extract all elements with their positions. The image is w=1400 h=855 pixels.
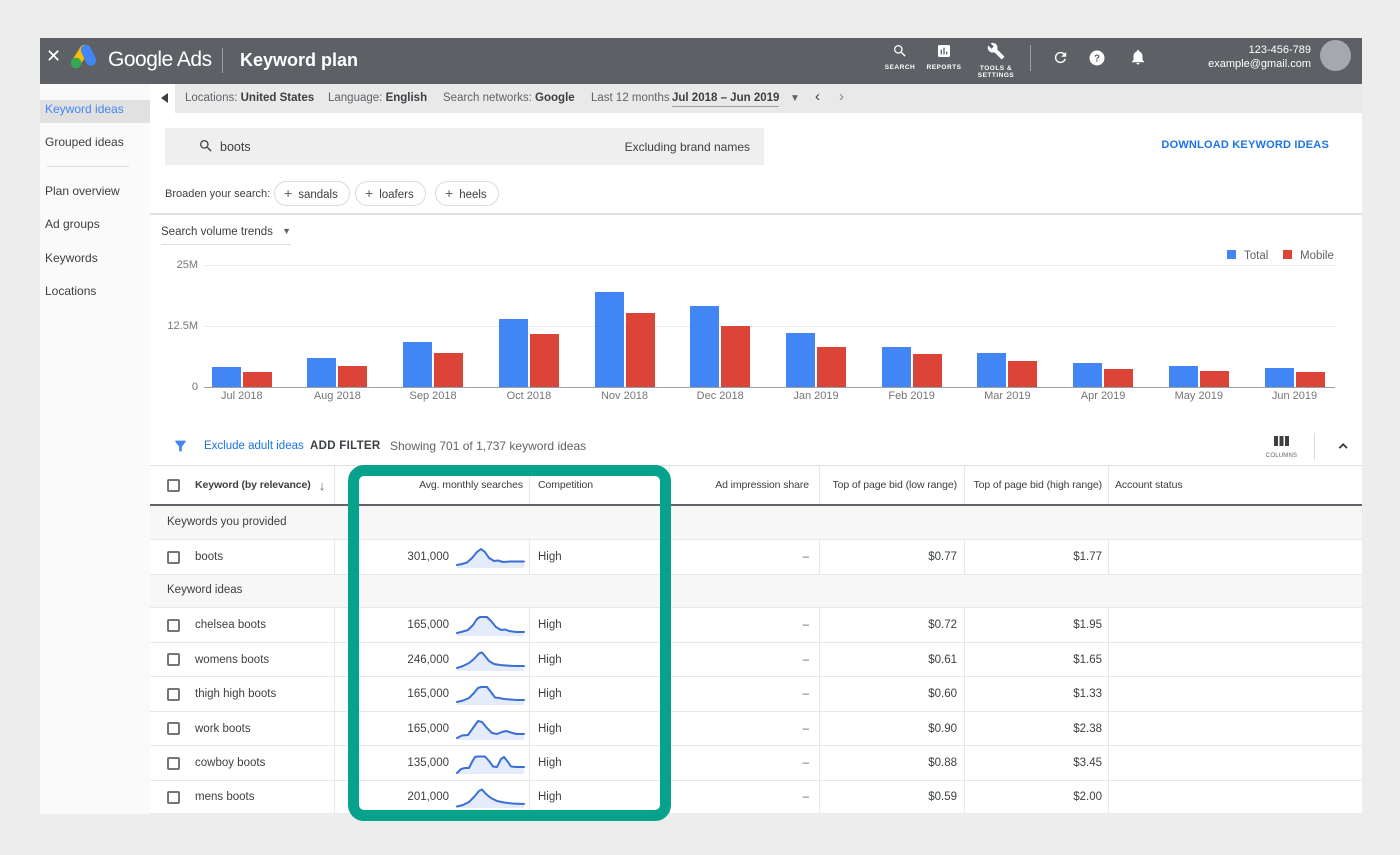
svg-text:?: ?: [1094, 53, 1100, 64]
